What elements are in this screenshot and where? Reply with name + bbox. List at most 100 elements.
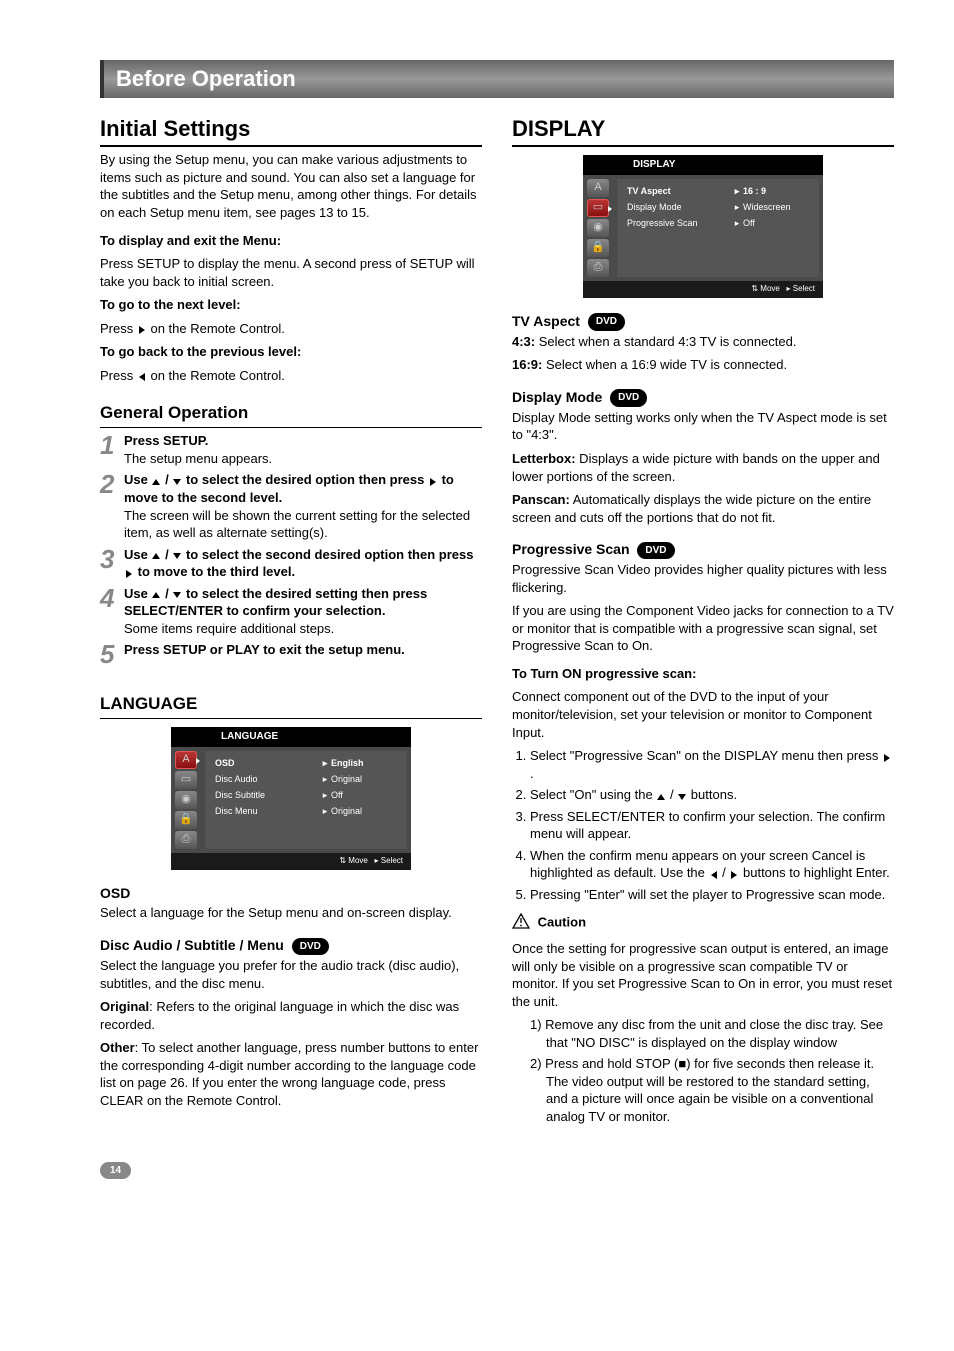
step-text: The setup menu appears. <box>124 451 272 466</box>
right-arrow-icon <box>729 867 739 880</box>
page-title-bar: Before Operation <box>100 60 894 98</box>
osd-tab-display-icon[interactable]: ▭ <box>587 199 609 217</box>
step-body: Press SETUP. The setup menu appears. <box>124 432 482 467</box>
original-b: : Refers to the original language in whi… <box>100 999 459 1032</box>
t: Use <box>124 586 151 601</box>
osd-value: Off <box>331 789 401 801</box>
list-item: Pressing "Enter" will set the player to … <box>530 886 894 904</box>
osd-tabs: A ▭ ◉ 🔒 ⎙ <box>171 747 201 853</box>
osd-subhead: OSD <box>100 884 482 903</box>
osd-tab-audio-icon[interactable]: ◉ <box>587 219 609 237</box>
down-arrow-icon <box>677 789 687 802</box>
other-h: Other <box>100 1040 135 1055</box>
next-post: on the Remote Control. <box>150 321 284 336</box>
step-number: 3 <box>100 546 124 572</box>
step-text: The screen will be shown the current set… <box>124 508 470 541</box>
other-line: Other: To select another language, press… <box>100 1039 482 1109</box>
caution-h: Caution <box>538 915 586 930</box>
prev-post: on the Remote Control. <box>150 368 284 383</box>
right-column: DISPLAY DISPLAY A ▭ ◉ 🔒 ⎙ TV Aspect▸16 :… <box>512 114 894 1132</box>
footer-move: Move <box>760 284 780 293</box>
turn-on-h: To Turn ON progressive scan: <box>512 665 894 683</box>
t: Press and hold STOP ( <box>545 1056 678 1071</box>
down-arrow-icon <box>172 588 182 601</box>
tv169-h: 16:9: <box>512 357 542 372</box>
footer-select: Select <box>793 284 815 293</box>
right-caret-icon: ▸ <box>319 757 331 769</box>
dm-intro: Display Mode setting works only when the… <box>512 409 894 444</box>
step-body: Use / to select the second desired optio… <box>124 546 482 581</box>
right-caret-icon: ▸ <box>319 805 331 817</box>
turn-on-b: Connect component out of the DVD to the … <box>512 688 894 741</box>
osd-row[interactable]: Display Mode▸Widescreen <box>627 199 813 215</box>
step-text: Some items require additional steps. <box>124 621 334 636</box>
display-exit-body: Press SETUP to display the menu. A secon… <box>100 255 482 290</box>
osd-row[interactable]: Disc Subtitle▸Off <box>215 787 401 803</box>
right-arrow-icon <box>137 323 147 336</box>
prev-level-heading: To go back to the previous level: <box>100 343 482 361</box>
step-row: 1 Press SETUP. The setup menu appears. <box>100 432 482 467</box>
osd-tab-audio-icon[interactable]: ◉ <box>175 791 197 809</box>
osd-tab-other-icon[interactable]: ⎙ <box>175 831 197 849</box>
osd-tab-language-icon[interactable]: A <box>587 179 609 197</box>
osd-header: LANGUAGE <box>171 727 411 747</box>
caution-line: Caution <box>512 913 894 934</box>
panscan-line: Panscan: Automatically displays the wide… <box>512 491 894 526</box>
left-arrow-icon <box>709 867 719 880</box>
updown-icon: ⇅ <box>339 856 346 865</box>
t: to select the second desired option then… <box>186 547 474 562</box>
t: / <box>165 472 172 487</box>
osd-row[interactable]: OSD▸English <box>215 755 401 771</box>
right-caret-icon: ▸ <box>319 789 331 801</box>
next-pre: Press <box>100 321 137 336</box>
footer-select: Select <box>381 856 403 865</box>
osd-tab-language-icon[interactable]: A <box>175 751 197 769</box>
other-b: : To select another language, press numb… <box>100 1040 478 1108</box>
osd-value: Original <box>331 805 401 817</box>
prog-p1: Progressive Scan Video provides higher q… <box>512 561 894 596</box>
osd-label: Progressive Scan <box>627 217 731 229</box>
up-arrow-icon <box>151 588 161 601</box>
next-level-body: Press on the Remote Control. <box>100 320 482 338</box>
osd-header: DISPLAY <box>583 155 823 175</box>
osd-tab-lock-icon[interactable]: 🔒 <box>587 239 609 257</box>
osd-row[interactable]: Disc Menu▸Original <box>215 803 401 819</box>
osd-value: Widescreen <box>743 201 813 213</box>
osd-label: TV Aspect <box>627 185 731 197</box>
dm-text: Display Mode <box>512 389 602 405</box>
osd-row[interactable]: Progressive Scan▸Off <box>627 215 813 231</box>
osd-value: English <box>331 757 401 769</box>
list-item: Select "On" using the / buttons. <box>530 786 894 804</box>
osd-footer: ⇅ Move ▸ Select <box>583 281 823 298</box>
t: / <box>722 865 729 880</box>
osd-tab-lock-icon[interactable]: 🔒 <box>175 811 197 829</box>
step-number: 4 <box>100 585 124 611</box>
disc-body: Select the language you prefer for the a… <box>100 957 482 992</box>
caution-icon <box>512 913 530 934</box>
prev-level-body: Press on the Remote Control. <box>100 367 482 385</box>
step-row: 4 Use / to select the desired setting th… <box>100 585 482 638</box>
t: / <box>165 547 172 562</box>
step-row: 5 Press SETUP or PLAY to exit the setup … <box>100 641 482 667</box>
osd-tab-other-icon[interactable]: ⎙ <box>587 259 609 277</box>
step-body: Press SETUP or PLAY to exit the setup me… <box>124 641 482 659</box>
list-item: 1) Remove any disc from the unit and clo… <box>530 1016 894 1051</box>
dvd-pill: DVD <box>588 313 625 331</box>
display-mode-h: Display Mode DVD <box>512 388 894 407</box>
footer-move: Move <box>348 856 368 865</box>
osd-row[interactable]: TV Aspect▸16 : 9 <box>627 183 813 199</box>
tv43-h: 4:3: <box>512 334 535 349</box>
page-number: 14 <box>100 1162 131 1180</box>
osd-value: 16 : 9 <box>743 185 813 197</box>
osd-tab-display-icon[interactable]: ▭ <box>175 771 197 789</box>
prog-text: Progressive Scan <box>512 541 630 557</box>
tv43-b: Select when a standard 4:3 TV is connect… <box>535 334 796 349</box>
original-h: Original <box>100 999 149 1014</box>
osd-rows: TV Aspect▸16 : 9 Display Mode▸Widescreen… <box>617 179 819 277</box>
right-caret-icon: ▸ <box>319 773 331 785</box>
tv43-line: 4:3: Select when a standard 4:3 TV is co… <box>512 333 894 351</box>
heading-language: LANGUAGE <box>100 693 482 719</box>
right-arrow-icon <box>428 474 438 487</box>
osd-row[interactable]: Disc Audio▸Original <box>215 771 401 787</box>
heading-display: DISPLAY <box>512 114 894 148</box>
